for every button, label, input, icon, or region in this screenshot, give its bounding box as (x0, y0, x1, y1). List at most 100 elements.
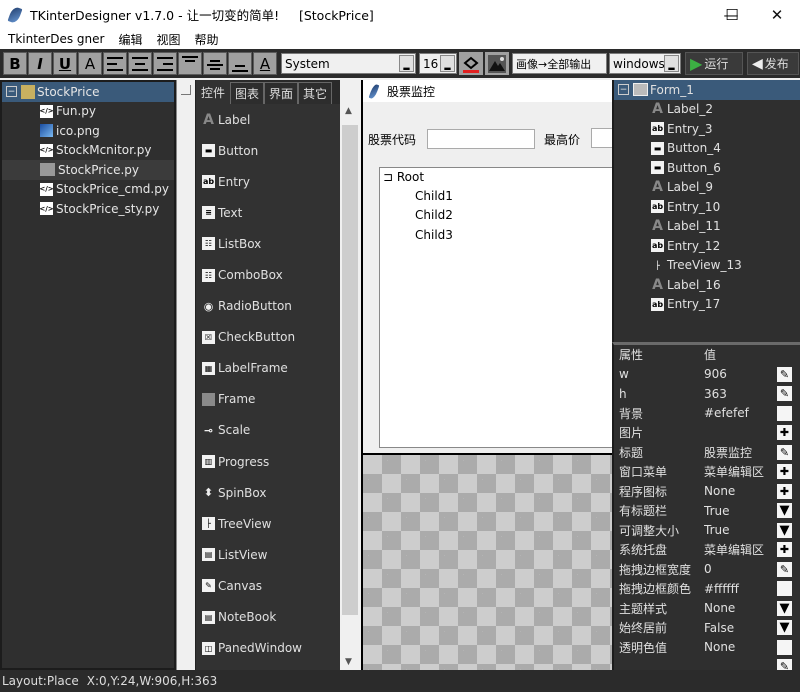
widget-labelframe[interactable]: ▦ LabelFrame (196, 353, 340, 384)
property-value[interactable]: 股票监控 (704, 444, 774, 461)
dropdown-icon[interactable]: ▼ (777, 503, 792, 518)
property-value[interactable]: 906 (704, 367, 774, 381)
property-value[interactable]: None (704, 601, 774, 615)
scroll-thumb[interactable] (342, 125, 358, 615)
file-item[interactable]: StockPrice.py (2, 160, 174, 180)
scroll-down-icon[interactable]: ▼ (345, 657, 352, 667)
collapse-icon[interactable]: − (618, 84, 629, 96)
platform-select[interactable]: windows ▂ (609, 53, 681, 74)
menu-file[interactable]: TkinterDes gner (8, 32, 104, 46)
color-swatch[interactable] (777, 405, 792, 421)
treeview-preview[interactable]: ⊐ Root Child1 Child2 Child3 (379, 167, 619, 448)
tab-other[interactable]: 其它 (298, 82, 333, 104)
publish-button[interactable]: ◀ 发布 (747, 52, 799, 75)
label-stock-code[interactable]: 股票代码 (368, 131, 416, 148)
panel-splitter[interactable] (176, 80, 196, 670)
chevron-down-icon[interactable]: ▂ (664, 55, 679, 72)
widget-scrollbar[interactable]: ▲ ▼ (340, 104, 360, 670)
tree-child[interactable]: Child1 (415, 189, 453, 203)
italic-button[interactable]: I (28, 52, 52, 75)
widget-notebook[interactable]: ▤ NoteBook (196, 602, 340, 633)
label-high-price[interactable]: 最高价 (544, 131, 580, 148)
tab-controls[interactable]: 控件 (196, 80, 231, 104)
align-bottom-button[interactable] (228, 52, 252, 75)
image-mode-select[interactable]: 画像→全部输出 (512, 53, 607, 74)
widget-label[interactable]: A Label (196, 104, 340, 135)
property-value[interactable]: None (704, 640, 774, 654)
maximize-icon-wrap[interactable]: ☐ (709, 0, 755, 29)
property-value[interactable]: 菜单编辑区 (704, 463, 774, 480)
widget-frame[interactable]: Frame (196, 384, 340, 415)
widget-entry[interactable]: ab Entry (196, 166, 340, 197)
widget-combobox[interactable]: ☷ ComboBox (196, 259, 340, 290)
property-value[interactable]: #efefef (704, 406, 774, 420)
property-value[interactable]: #ffffff (704, 582, 774, 596)
object-item[interactable]: ├ TreeView_13 (614, 256, 800, 276)
add-icon[interactable]: ✚ (777, 483, 792, 499)
widget-progress[interactable]: ▥ Progress (196, 446, 340, 477)
object-root[interactable]: − Form_1 (614, 80, 800, 100)
object-item[interactable]: ▬ Button_6 (614, 158, 800, 178)
dropdown-icon[interactable]: ▼ (777, 600, 792, 616)
image-button[interactable] (485, 52, 509, 75)
project-root[interactable]: − StockPrice (2, 82, 174, 102)
add-icon[interactable]: ✚ (777, 425, 792, 440)
widget-radiobutton[interactable]: ◉ RadioButton (196, 291, 340, 322)
file-item[interactable]: ico.png (2, 121, 174, 141)
widget-listbox[interactable]: ☷ ListBox (196, 228, 340, 259)
property-value[interactable]: None (704, 484, 774, 498)
align-left-button[interactable] (103, 52, 127, 75)
align-right-button[interactable] (153, 52, 177, 75)
align-middle-button[interactable] (203, 52, 227, 75)
menu-view[interactable]: 视图 (156, 31, 180, 48)
property-value[interactable]: 0 (704, 562, 774, 576)
property-value[interactable]: False (704, 621, 774, 635)
dropdown-icon[interactable]: ▼ (777, 620, 792, 635)
file-item[interactable]: </> StockPrice_sty.py (2, 199, 174, 219)
file-item[interactable]: </> StockPrice_cmd.py (2, 180, 174, 200)
text-color-button[interactable]: A (253, 52, 277, 75)
edit-icon[interactable]: ✎ (777, 366, 792, 382)
bold-button[interactable]: B (3, 52, 27, 75)
widget-button[interactable]: ▬ Button (196, 135, 340, 166)
widget-scale[interactable]: ⊸ Scale (196, 415, 340, 446)
tab-charts[interactable]: 图表 (230, 82, 265, 104)
font-family-select[interactable]: System ▂ (281, 53, 416, 74)
object-item[interactable]: ab Entry_10 (614, 197, 800, 217)
edit-icon[interactable]: ✎ (777, 561, 792, 577)
chevron-down-icon[interactable]: ▂ (399, 55, 414, 72)
tree-child[interactable]: Child3 (415, 228, 453, 242)
add-icon[interactable]: ✚ (777, 542, 792, 557)
run-button[interactable]: ▶ 运行 (685, 52, 743, 75)
scroll-up-icon[interactable]: ▲ (345, 106, 352, 116)
object-item[interactable]: ab Entry_12 (614, 236, 800, 256)
object-item[interactable]: ab Entry_3 (614, 119, 800, 139)
dropdown-icon[interactable]: ▼ (777, 522, 792, 538)
file-item[interactable]: </> Fun.py (2, 102, 174, 122)
widget-checkbutton[interactable]: ☒ CheckButton (196, 322, 340, 353)
color-swatch[interactable] (777, 581, 792, 596)
collapse-icon[interactable]: − (6, 86, 17, 98)
widget-listview[interactable]: ▤ ListView (196, 539, 340, 570)
object-item[interactable]: ▬ Button_4 (614, 139, 800, 159)
align-top-button[interactable] (178, 52, 202, 75)
property-value[interactable]: 363 (704, 387, 774, 401)
entry-stock-code[interactable] (427, 129, 535, 149)
menu-edit[interactable]: 编辑 (118, 31, 142, 48)
widget-treeview[interactable]: ├ TreeView (196, 508, 340, 539)
font-size-select[interactable]: 16 ▂ (419, 53, 457, 74)
tree-child[interactable]: Child2 (415, 208, 453, 222)
object-item[interactable]: ab Entry_17 (614, 295, 800, 315)
file-item[interactable]: </> StockMcnitor.py (2, 141, 174, 161)
close-button[interactable]: ✕ (754, 0, 800, 29)
chevron-down-icon[interactable]: ▂ (440, 55, 455, 72)
widget-text[interactable]: ≡ Text (196, 197, 340, 228)
color-swatch[interactable] (777, 639, 792, 655)
tree-root-row[interactable]: ⊐ Root (383, 170, 424, 184)
object-item[interactable]: A Label_11 (614, 217, 800, 237)
tab-interface[interactable]: 界面 (264, 82, 299, 104)
menu-help[interactable]: 帮助 (195, 31, 219, 48)
property-value[interactable]: True (704, 523, 774, 537)
form-preview[interactable]: 股票监控 股票代码 最高价 ⊐ Root Child1 Child2 Child… (363, 80, 621, 453)
fill-color-button[interactable] (459, 52, 483, 75)
